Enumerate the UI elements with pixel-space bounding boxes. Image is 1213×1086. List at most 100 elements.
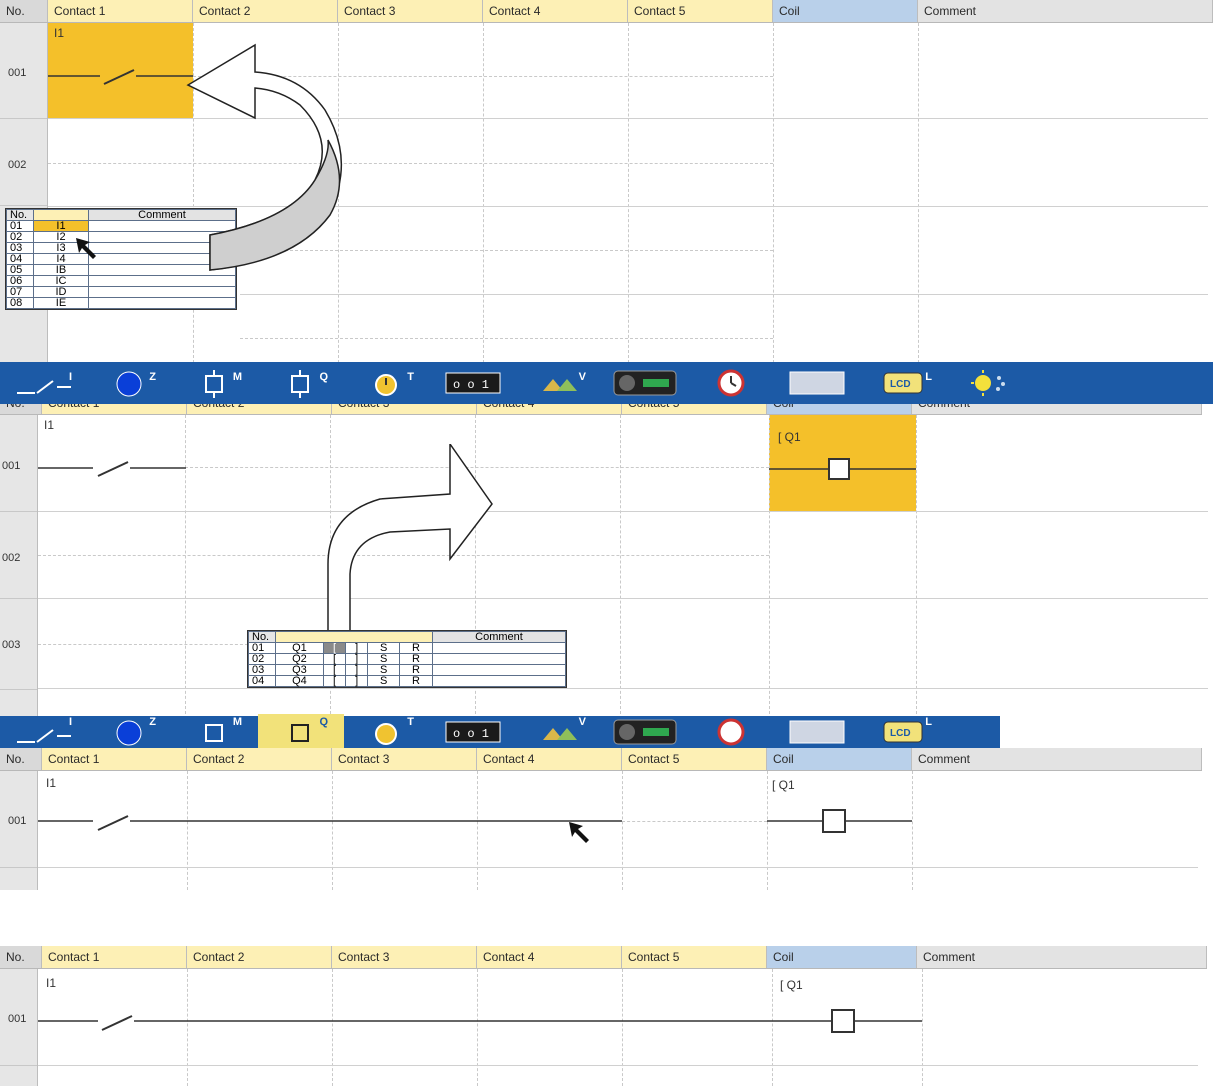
hmi-icon[interactable] <box>602 365 688 401</box>
output-relay-icon[interactable]: Q <box>258 365 344 401</box>
header-no: No. <box>0 404 42 414</box>
header-comment: Comment <box>918 0 1213 22</box>
counter-icon[interactable]: o o 1 <box>430 365 516 401</box>
blue-circle-icon[interactable]: Z <box>86 365 172 401</box>
header-contact-5: Contact 5 <box>628 0 773 22</box>
popup-row[interactable]: 03 Q3[] S R <box>248 664 566 676</box>
row-002[interactable]: 002 <box>0 512 37 599</box>
row-numbers: 001 002 003 <box>0 415 38 719</box>
header-contact-2: Contact 2 <box>193 0 338 22</box>
popup-header-name <box>33 209 89 221</box>
header-contact-3: Contact 3 <box>332 404 477 414</box>
svg-text:o o 1: o o 1 <box>453 378 489 392</box>
input-contact-icon[interactable]: I <box>0 714 86 748</box>
header-comment: Comment <box>912 748 1202 770</box>
svg-text:o o 1: o o 1 <box>453 727 489 741</box>
row-001[interactable]: 001 <box>0 23 47 119</box>
timer-icon[interactable]: T <box>344 714 430 748</box>
header-coil: Coil <box>773 0 918 22</box>
header-contact-1: Contact 1 <box>42 748 187 770</box>
header-contact-3: Contact 3 <box>332 946 477 968</box>
contact-label: I1 <box>54 26 65 40</box>
popup-row[interactable]: 07 ID <box>6 286 236 298</box>
header-contact-3: Contact 3 <box>338 0 483 22</box>
lcd-icon[interactable]: LCD L <box>860 365 946 401</box>
row-001[interactable]: 001 <box>0 969 37 1066</box>
header-contact-4: Contact 4 <box>477 748 622 770</box>
svg-text:LCD: LCD <box>890 728 911 739</box>
aux-relay-icon[interactable]: M <box>172 365 258 401</box>
header-contact-5: Contact 5 <box>622 404 767 414</box>
header-coil: Coil <box>767 748 912 770</box>
light-icon[interactable] <box>946 365 1032 401</box>
header-no: No. <box>0 0 48 22</box>
analog-compare-icon[interactable]: V <box>516 365 602 401</box>
clock-icon[interactable] <box>688 365 774 401</box>
open-contact-icon <box>48 69 193 85</box>
popup-header-no: No. <box>248 631 276 643</box>
header-contact-4: Contact 4 <box>483 0 628 22</box>
blue-circle-icon[interactable]: Z <box>86 714 172 748</box>
contact-label: I1 <box>46 976 57 990</box>
row-002[interactable]: 002 <box>0 119 47 206</box>
header-comment: Comment <box>912 404 1202 414</box>
lcd-icon[interactable]: LCD L <box>860 714 946 748</box>
clock-icon[interactable] <box>688 714 774 748</box>
popup-header-no: No. <box>6 209 34 221</box>
column-header: No. Contact 1 Contact 2 Contact 3 Contac… <box>0 748 1202 771</box>
column-header: No. Contact 1 Contact 2 Contact 3 Contac… <box>0 0 1213 23</box>
header-no: No. <box>0 946 42 968</box>
popup-header-name <box>275 631 433 643</box>
header-coil: Coil <box>767 946 917 968</box>
header-comment: Comment <box>917 946 1207 968</box>
popup-row[interactable]: 08 IE <box>6 297 236 309</box>
analog-compare-icon[interactable]: V <box>516 714 602 748</box>
input-contact-icon[interactable]: I <box>0 365 86 401</box>
header-contact-2: Contact 2 <box>187 404 332 414</box>
column-header: No. Contact 1 Contact 2 Contact 3 Contac… <box>0 946 1207 969</box>
header-contact-5: Contact 5 <box>622 748 767 770</box>
toolbar-2: I Z M Q T o o 1 V LCD L <box>0 714 1000 748</box>
row-numbers: 001 002 <box>0 23 48 363</box>
coil-icon <box>767 809 912 833</box>
popup-header-comment: Comment <box>432 631 566 643</box>
row-001[interactable]: 001 <box>0 415 37 512</box>
popup-row[interactable]: 02 Q2[] S R <box>248 653 566 665</box>
row-numbers: 001 <box>0 969 38 1086</box>
ladder-editor-step-3: No. Contact 1 Contact 2 Contact 3 Contac… <box>0 748 1213 890</box>
keypad-icon[interactable] <box>774 365 860 401</box>
keypad-icon[interactable] <box>774 714 860 748</box>
header-no: No. <box>0 748 42 770</box>
timer-icon[interactable]: T <box>344 365 430 401</box>
header-contact-5: Contact 5 <box>622 946 767 968</box>
popup-row[interactable]: 01 Q1[] S R <box>248 642 566 654</box>
header-contact-3: Contact 3 <box>332 748 477 770</box>
ladder-editor-step-2: No. Contact 1 Contact 2 Contact 3 Contac… <box>0 404 1213 748</box>
curved-arrow-icon <box>327 444 493 650</box>
header-contact-1: Contact 1 <box>42 946 187 968</box>
row-001[interactable]: 001 <box>0 771 37 868</box>
row-003[interactable]: 003 <box>0 599 37 690</box>
output-select-popup: No. Comment 01 Q1[] S R 02 Q2[] S R 03 Q3[] S R 0… <box>247 630 567 688</box>
popup-row[interactable]: 04 Q4[] S R <box>248 675 566 687</box>
coil-label: [ Q1 <box>778 430 801 444</box>
coil-label: [ Q1 <box>780 978 803 992</box>
aux-relay-icon[interactable]: M <box>172 714 258 748</box>
counter-icon[interactable]: o o 1 <box>430 714 516 748</box>
svg-text:LCD: LCD <box>890 379 911 390</box>
contact-wire <box>38 815 622 831</box>
contact-label: I1 <box>46 776 57 790</box>
hmi-icon[interactable] <box>602 714 688 748</box>
ladder-editor-step-1: No. Contact 1 Contact 2 Contact 3 Contac… <box>0 0 1213 404</box>
coil-icon <box>769 458 916 480</box>
header-contact-4: Contact 4 <box>477 946 622 968</box>
toolbar-1: I Z M Q T o o 1 V LCD L <box>0 362 1213 404</box>
header-coil: Coil <box>767 404 912 414</box>
open-contact-icon <box>38 461 186 477</box>
header-contact-4: Contact 4 <box>477 404 622 414</box>
rung-wire <box>38 1009 922 1033</box>
header-contact-1: Contact 1 <box>48 0 193 22</box>
mouse-pointer-icon <box>76 238 96 259</box>
output-relay-icon[interactable]: Q <box>258 714 344 748</box>
header-contact-1: Contact 1 <box>42 404 187 414</box>
